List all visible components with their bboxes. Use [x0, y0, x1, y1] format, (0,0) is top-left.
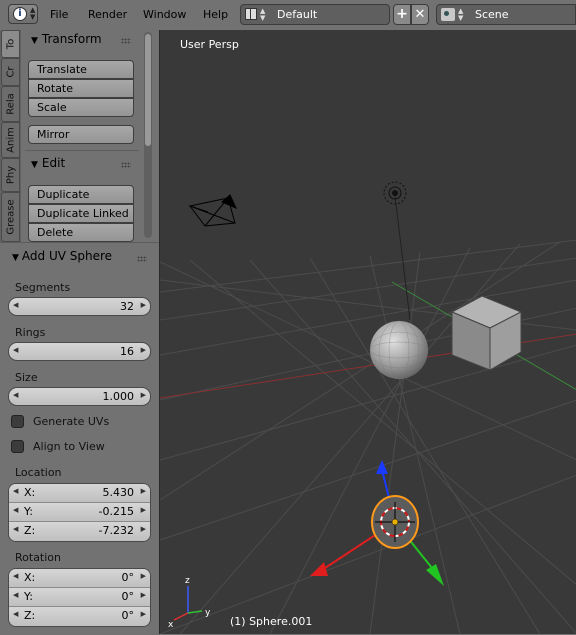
- rotation-x-field[interactable]: ◀ X: 0° ▶: [9, 569, 150, 588]
- lamp-icon[interactable]: [383, 181, 411, 321]
- tab-physics[interactable]: Phy: [1, 158, 20, 192]
- axis-z-label: z: [185, 576, 190, 586]
- axis-x-label: x: [168, 620, 174, 630]
- segments-field[interactable]: ◀ 32 ▶: [8, 297, 151, 316]
- size-field[interactable]: ◀ 1.000 ▶: [8, 387, 151, 406]
- scene-name: Scene: [475, 8, 509, 21]
- layout-icon: [245, 8, 257, 20]
- location-z-field[interactable]: ◀ Z: -7.232 ▶: [9, 522, 150, 541]
- duplicate-button[interactable]: Duplicate: [28, 185, 134, 204]
- decrement-arrow-icon[interactable]: ◀: [13, 346, 18, 354]
- 3d-viewport[interactable]: z y x User Persp (1) Sphere.001: [159, 30, 576, 634]
- axis-y-label: y: [205, 608, 211, 618]
- menu-file[interactable]: File: [50, 8, 68, 21]
- scale-button[interactable]: Scale: [28, 98, 134, 117]
- screen-layout-select[interactable]: ▲ ▼ Default: [240, 4, 390, 25]
- tab-relations[interactable]: Rela: [1, 86, 20, 122]
- increment-arrow-icon[interactable]: ▶: [141, 506, 146, 514]
- menu-render[interactable]: Render: [88, 8, 127, 21]
- decrement-arrow-icon[interactable]: ◀: [13, 506, 18, 514]
- collapse-triangle-icon: ▼: [12, 253, 19, 263]
- rotation-z-field[interactable]: ◀ Z: 0° ▶: [9, 607, 150, 626]
- menu-help[interactable]: Help: [203, 8, 228, 21]
- view-name-label: User Persp: [180, 38, 239, 51]
- increment-arrow-icon[interactable]: ▶: [141, 610, 146, 618]
- decrement-arrow-icon[interactable]: ◀: [13, 591, 18, 599]
- tab-create[interactable]: Cr: [1, 58, 20, 86]
- size-label: Size: [15, 371, 38, 384]
- increment-arrow-icon[interactable]: ▶: [141, 591, 146, 599]
- top-menu-bar: i ▲ ▼ File Render Window Help ▲ ▼ Default …: [0, 0, 576, 31]
- decrement-arrow-icon[interactable]: ◀: [13, 525, 18, 533]
- collapse-triangle-icon: ▼: [31, 36, 38, 46]
- layout-name: Default: [277, 8, 318, 21]
- scene-select[interactable]: ▲ ▼ Scene: [436, 4, 576, 25]
- cube-object[interactable]: [450, 295, 523, 371]
- location-x-field[interactable]: ◀ X: 5.430 ▶: [9, 484, 150, 503]
- segments-label: Segments: [15, 281, 71, 294]
- scrollbar-thumb[interactable]: [145, 34, 151, 146]
- decrement-arrow-icon[interactable]: ◀: [13, 572, 18, 580]
- operator-panel: ▼ Add UV Sphere Segments ◀ 32 ▶ Rings ◀ 1…: [0, 242, 159, 635]
- increment-arrow-icon[interactable]: ▶: [141, 301, 146, 309]
- drag-grip-icon[interactable]: [137, 256, 147, 262]
- uv-sphere-object[interactable]: [369, 320, 429, 380]
- decrement-arrow-icon[interactable]: ◀: [13, 487, 18, 495]
- increment-arrow-icon[interactable]: ▶: [141, 572, 146, 580]
- rotation-vector: ◀ X: 0° ▶ ◀ Y: 0° ▶ ◀ Z: 0° ▶: [8, 568, 151, 627]
- tool-shelf: ▼ Transform Translate Rotate Scale Mirror…: [21, 30, 159, 242]
- updown-arrows-icon: ▲ ▼: [30, 6, 36, 21]
- active-object-label: (1) Sphere.001: [230, 615, 313, 628]
- translate-button[interactable]: Translate: [28, 60, 134, 79]
- add-layout-button[interactable]: +: [393, 4, 411, 25]
- floor-grid: [160, 239, 576, 634]
- tab-tools[interactable]: To: [1, 30, 20, 58]
- operator-panel-header[interactable]: ▼ Add UV Sphere: [12, 249, 112, 263]
- rotation-label: Rotation: [15, 551, 62, 564]
- drag-grip-icon[interactable]: [121, 162, 131, 168]
- menu-window[interactable]: Window: [143, 8, 186, 21]
- decrement-arrow-icon[interactable]: ◀: [13, 391, 18, 399]
- transform-panel-header[interactable]: ▼ Transform: [31, 32, 102, 46]
- edit-panel-header[interactable]: ▼ Edit: [31, 156, 65, 170]
- drag-grip-icon[interactable]: [121, 38, 131, 44]
- editor-type-button[interactable]: i ▲ ▼: [8, 4, 38, 24]
- location-y-field[interactable]: ◀ Y: -0.215 ▶: [9, 503, 150, 522]
- rings-field[interactable]: ◀ 16 ▶: [8, 342, 151, 361]
- updown-arrows-icon: ▲ ▼: [458, 7, 464, 22]
- mirror-button[interactable]: Mirror: [28, 125, 134, 144]
- tool-shelf-tabs: To Cr Rela Anim Phy Grease: [0, 30, 21, 242]
- rotate-button[interactable]: Rotate: [28, 79, 134, 98]
- viewport-scene[interactable]: z y x: [160, 30, 576, 634]
- tab-animation[interactable]: Anim: [1, 122, 20, 158]
- view-axis-widget: z y x: [168, 576, 211, 630]
- increment-arrow-icon[interactable]: ▶: [141, 525, 146, 533]
- duplicate-linked-button[interactable]: Duplicate Linked: [28, 204, 134, 223]
- location-vector: ◀ X: 5.430 ▶ ◀ Y: -0.215 ▶ ◀ Z: -7.232 ▶: [8, 483, 151, 542]
- panel-divider: [25, 150, 139, 151]
- tool-shelf-scrollbar[interactable]: [144, 32, 152, 238]
- increment-arrow-icon[interactable]: ▶: [141, 487, 146, 495]
- rings-label: Rings: [15, 326, 46, 339]
- camera-object[interactable]: [188, 194, 237, 227]
- increment-arrow-icon[interactable]: ▶: [141, 391, 146, 399]
- rotation-y-field[interactable]: ◀ Y: 0° ▶: [9, 588, 150, 607]
- decrement-arrow-icon[interactable]: ◀: [13, 610, 18, 618]
- checkbox-box[interactable]: [11, 415, 24, 428]
- info-icon: i: [13, 7, 27, 21]
- increment-arrow-icon[interactable]: ▶: [141, 346, 146, 354]
- updown-arrows-icon: ▲ ▼: [260, 7, 266, 22]
- scene-icon: [441, 8, 455, 21]
- delete-layout-button[interactable]: ✕: [411, 4, 429, 25]
- collapse-triangle-icon: ▼: [31, 160, 38, 170]
- delete-button[interactable]: Delete: [28, 223, 134, 242]
- tab-grease-pencil[interactable]: Grease: [1, 192, 20, 242]
- location-label: Location: [15, 466, 62, 479]
- decrement-arrow-icon[interactable]: ◀: [13, 301, 18, 309]
- checkbox-box[interactable]: [11, 440, 24, 453]
